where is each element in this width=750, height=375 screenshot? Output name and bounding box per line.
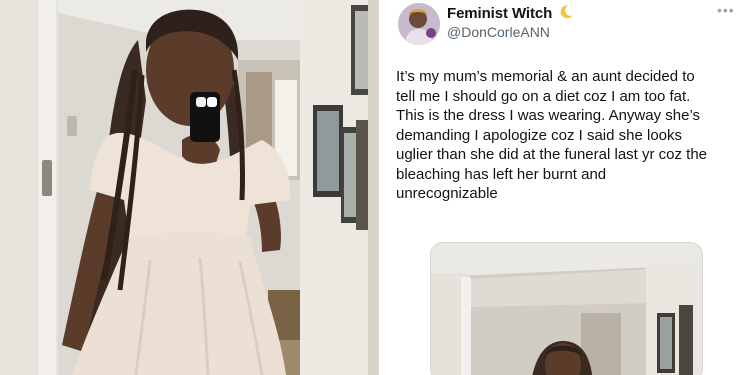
tweet-text-line: bleaching has left her burnt and [396,165,607,183]
tweet-text-line: tell me I should go on a diet coz I am t… [396,87,691,105]
tweet-body-text: It’s my mum’s memorial & an aunt decided… [396,67,741,204]
crescent-moon-icon [560,5,573,19]
tweet-text-line: uglier than she did at the funeral last … [396,146,708,163]
tweet-card: Feminist Witch @DonCorleANN ••• It’s my … [382,0,750,375]
author-display-name[interactable]: Feminist Witch [447,5,552,22]
tweet-attached-photo[interactable] [430,242,703,375]
author-handle[interactable]: @DonCorleANN [447,24,550,40]
mirror-selfie-photo [0,0,379,375]
tweet-text-line: unrecognizable [396,185,498,202]
tweet-text-line: It’s my mum’s memorial & an aunt decided… [396,68,695,85]
tweet-text-line: This is the dress I was wearing. Anyway … [396,107,701,124]
tweet-text-line: demanding I apologize coz I said she loo… [396,126,683,144]
avatar[interactable] [398,3,440,45]
more-horizontal-icon[interactable]: ••• [717,2,735,18]
